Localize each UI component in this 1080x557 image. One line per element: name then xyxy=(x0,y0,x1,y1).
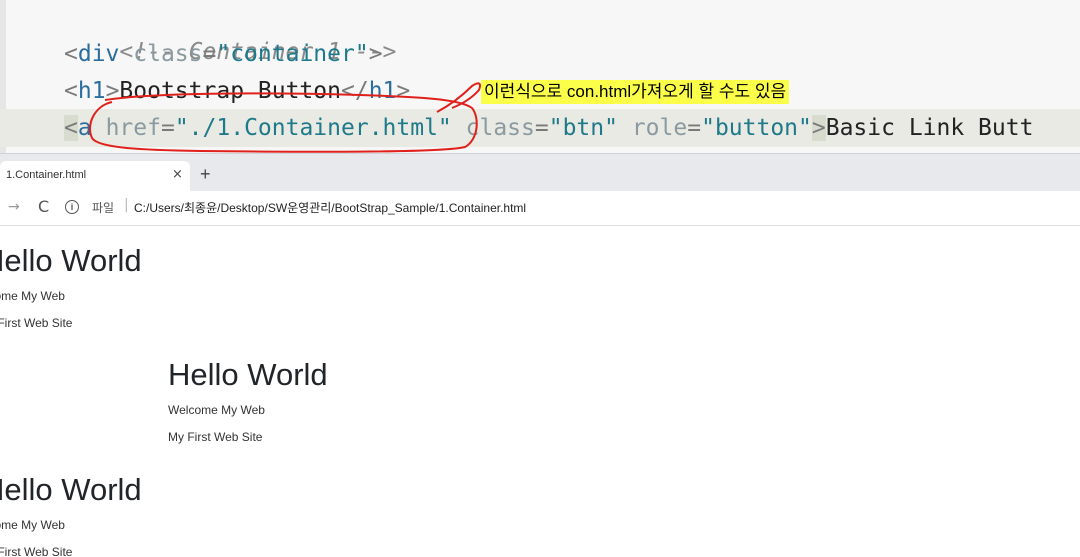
url-text[interactable]: C:/Users/최종윤/Desktop/SW운영관리/BootStrap_Sa… xyxy=(134,199,526,216)
attr-name-class: class xyxy=(451,115,535,141)
page-heading: Hello World xyxy=(0,472,142,507)
attr-name: class xyxy=(119,41,203,67)
tab-title: 1.Container.html xyxy=(6,169,87,181)
attr-equals: = xyxy=(534,115,549,141)
attr-equals: = xyxy=(687,115,702,141)
tag-bracket: > xyxy=(105,78,120,104)
welcome-text: Welcome My Web xyxy=(168,403,265,417)
url-input[interactable]: i 파일 | C:/Users/최종윤/Desktop/SW운영관리/BootS… xyxy=(62,196,1072,220)
attr-equals: = xyxy=(202,41,217,67)
site-text: My First Web Site xyxy=(0,316,73,330)
page-heading: Hello World xyxy=(168,357,328,392)
tag-bracket: </ xyxy=(340,78,369,104)
info-icon[interactable]: i xyxy=(65,200,79,214)
new-tab-icon[interactable]: + xyxy=(200,165,211,183)
attr-name-role: role xyxy=(617,115,688,141)
tag-bracket: < xyxy=(64,78,78,104)
attr-name-href: href xyxy=(91,115,161,141)
element-text: Bootstrap Button xyxy=(119,78,341,104)
url-separator: | xyxy=(124,197,129,213)
attr-value-role: "button" xyxy=(701,115,812,141)
attr-value-href: "./1.Container.html" xyxy=(174,115,452,141)
reload-icon[interactable]: C xyxy=(38,197,49,216)
tag-bracket: < xyxy=(64,41,78,67)
attr-value: "container" xyxy=(216,41,369,67)
element-text: Basic Link Butt xyxy=(825,115,1034,141)
tag-name: h1 xyxy=(368,78,397,104)
tag-bracket: > xyxy=(368,41,383,67)
url-scheme-label: 파일 xyxy=(92,201,115,215)
browser-tab-bar: 1.Container.html × + xyxy=(0,153,1080,192)
attr-value-class: "btn" xyxy=(548,115,618,141)
address-bar: → C i 파일 | C:/Users/최종윤/Desktop/SW운영관리/B… xyxy=(0,191,1080,226)
code-line-3: <h1>Bootstrap Button</h1> xyxy=(64,74,410,108)
page-viewport: Hello World Welcome My Web My First Web … xyxy=(0,226,1080,557)
attr-equals: = xyxy=(160,115,175,141)
tag-name: a xyxy=(77,115,92,141)
annotation-arrow xyxy=(436,82,482,113)
site-text: My First Web Site xyxy=(168,430,263,444)
welcome-text: Welcome My Web xyxy=(0,289,65,303)
code-line-2: <div class="container"> xyxy=(64,37,383,71)
page-heading: Hello World xyxy=(0,243,142,278)
close-icon[interactable]: × xyxy=(172,167,183,182)
annotation-note: 이런식으로 con.html가져오게 할 수도 있음 xyxy=(481,80,790,104)
tag-bracket: > xyxy=(811,115,826,141)
tag-bracket: > xyxy=(396,78,411,104)
browser-tab[interactable]: 1.Container.html × xyxy=(0,161,190,192)
tag-name: h1 xyxy=(77,78,106,104)
code-line-4: <a href="./1.Container.html" class="btn"… xyxy=(64,111,1033,145)
forward-arrow-icon[interactable]: → xyxy=(8,199,20,215)
code-editor[interactable]: <!-- Container 1 --> <div class="contain… xyxy=(0,0,1080,153)
tag-name: div xyxy=(77,41,120,67)
site-text: My First Web Site xyxy=(0,545,73,557)
welcome-text: Welcome My Web xyxy=(0,518,65,532)
code-line-1: <!-- Container 1 --> xyxy=(64,1,396,65)
tag-bracket: < xyxy=(64,115,78,141)
